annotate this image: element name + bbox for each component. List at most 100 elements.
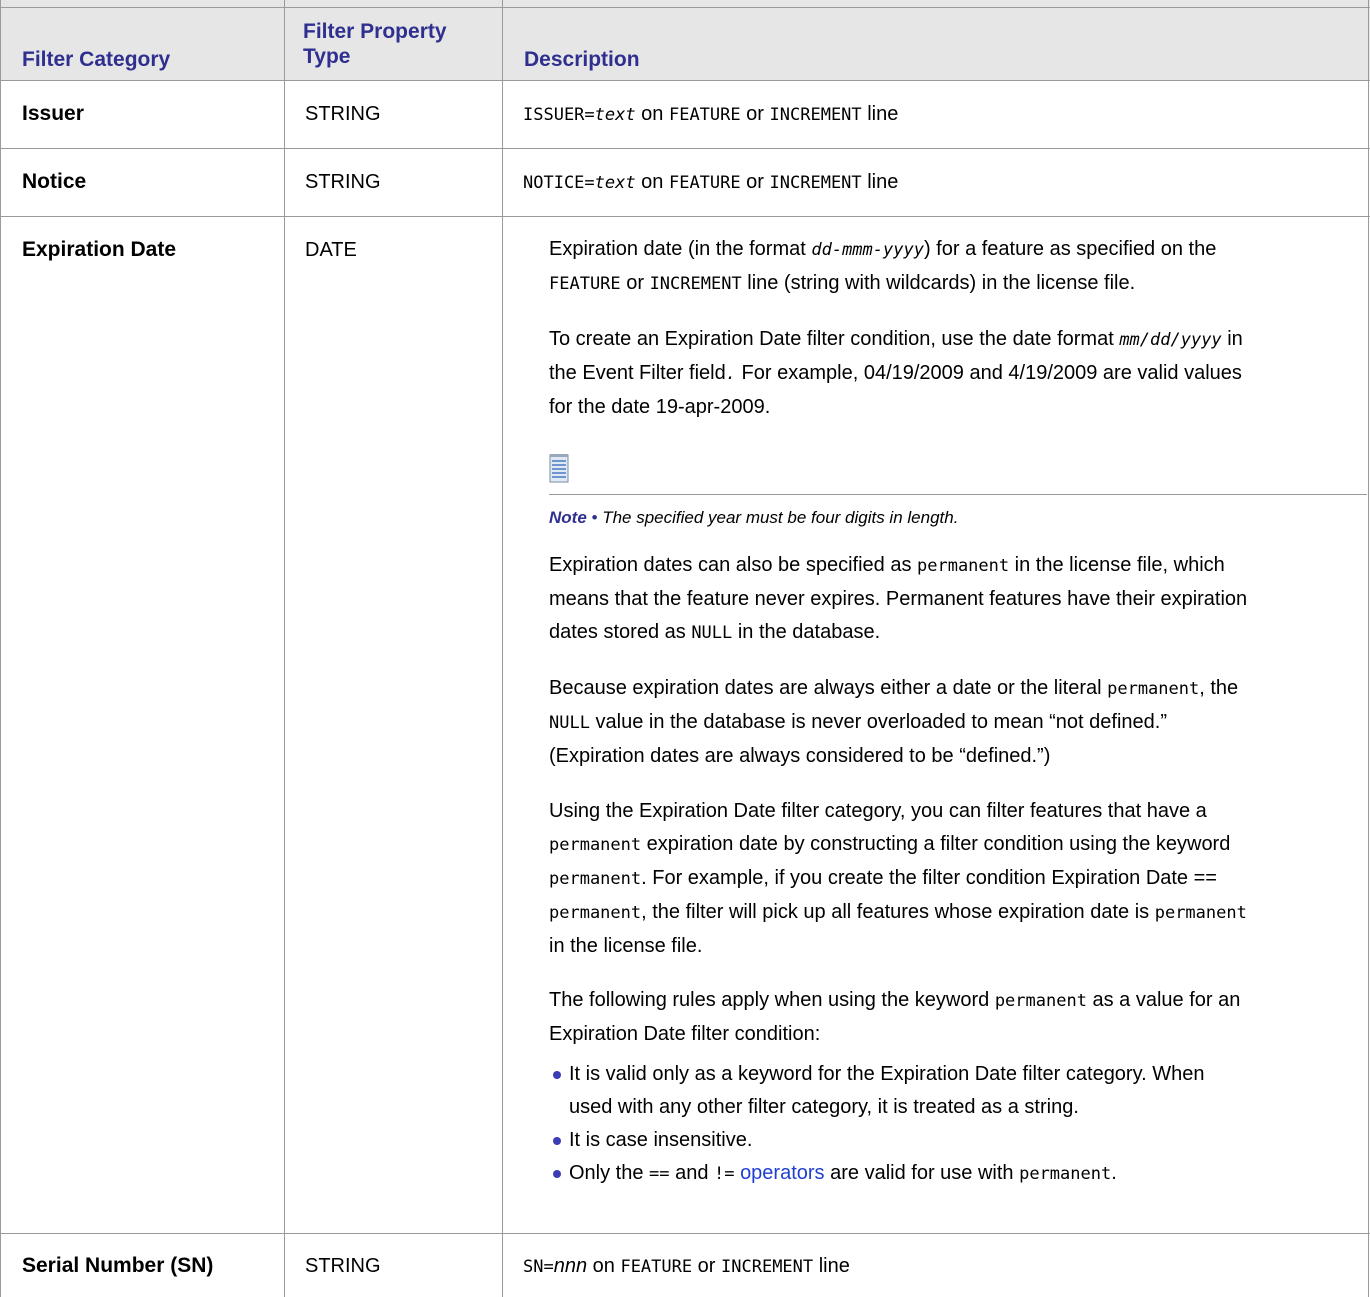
bullet-marker (553, 1170, 561, 1178)
text: The following rules apply when using the… (549, 989, 995, 1011)
bullet-item: Only the == and != operators are valid f… (569, 1157, 1359, 1191)
note: Note • The specified year must be four d… (549, 508, 958, 528)
code-text: ISSUER= (523, 105, 595, 125)
bullet-marker (553, 1137, 561, 1145)
code-text: NULL (549, 713, 590, 733)
text: Expiration Date filter condition: (549, 1023, 821, 1045)
expiration-paragraph-6: The following rules apply when using the… (549, 984, 1349, 1051)
code-text: == (649, 1164, 670, 1184)
table-border-left (0, 0, 1, 1297)
text: or (740, 103, 770, 125)
header-filter-category: Filter Category (22, 48, 171, 71)
text: or (692, 1255, 722, 1277)
text: , the filter will pick up all features w… (641, 901, 1155, 923)
row-divider (0, 216, 1370, 217)
header-type-line1: Filter Property (303, 20, 447, 43)
code-text: != (714, 1164, 735, 1184)
code-text: FEATURE (620, 1257, 693, 1277)
note-separator: • (586, 508, 603, 527)
code-text: permanent (549, 869, 642, 889)
row-serial-number-description: SN=nnn on FEATURE or INCREMENT line (523, 1255, 850, 1278)
row-issuer-description: ISSUER=text on FEATURE or INCREMENT line (523, 103, 898, 126)
text: as a value for an (1086, 989, 1241, 1011)
text: . (725, 364, 736, 384)
code-text: NULL (691, 623, 733, 643)
table-header (0, 0, 1370, 80)
text: Expiration dates can also be specified a… (549, 554, 917, 576)
text: dates stored as (549, 621, 692, 643)
code-text: permanent (1019, 1164, 1112, 1184)
row-expiration-category: Expiration Date (22, 238, 177, 261)
text: for the date 19-apr-2009. (549, 396, 771, 418)
text: on (635, 103, 669, 125)
row-divider (0, 1233, 1370, 1234)
text: on (587, 1255, 621, 1277)
text: in (1221, 328, 1243, 350)
row-divider (0, 7, 1370, 8)
text: Only the (569, 1162, 650, 1184)
text: . For example, if you create the filter … (641, 867, 1217, 889)
text: line (813, 1255, 850, 1277)
code-text: FEATURE (668, 105, 741, 125)
row-divider (0, 80, 1370, 81)
text: (Expiration dates are always considered … (549, 745, 1051, 767)
operators-link[interactable]: operators (740, 1162, 825, 1184)
text: Using the Expiration Date filter categor… (549, 800, 1207, 822)
expiration-paragraph-4: Because expiration dates are always eith… (549, 672, 1349, 773)
text: . (1111, 1162, 1117, 1184)
code-text: INCREMENT (769, 173, 862, 193)
code-text: INCREMENT (721, 1257, 814, 1277)
row-serial-number-type: STRING (305, 1255, 381, 1277)
text: To create an Expiration Date filter cond… (549, 328, 1120, 350)
text: means that the feature never expires. Pe… (549, 588, 1248, 610)
code-text: NOTICE= (523, 173, 595, 193)
text: It is valid only as a keyword for the Ex… (569, 1063, 1205, 1085)
bullet-marker (553, 1071, 561, 1079)
note-icon (549, 454, 569, 483)
text: Because expiration dates are always eith… (549, 677, 1108, 699)
text: line (861, 103, 899, 125)
text: Expiration date (in the format (549, 238, 812, 260)
code-text: permanent (549, 835, 642, 855)
code-text: FEATURE (549, 274, 621, 294)
code-text: INCREMENT (649, 274, 742, 294)
text: line (861, 171, 899, 193)
text: , the (1199, 677, 1239, 699)
row-notice-description: NOTICE=text on FEATURE or INCREMENT line (523, 171, 898, 194)
expiration-paragraph-3: Expiration dates can also be specified a… (549, 549, 1349, 650)
text: are valid for use with (824, 1162, 1020, 1184)
header-type-line2: Type (303, 45, 351, 68)
bullet-item: It is valid only as a keyword for the Ex… (569, 1058, 1359, 1124)
row-issuer-type: STRING (305, 103, 381, 125)
row-divider (0, 148, 1370, 149)
text: expiration date by constructing a filter… (641, 833, 1231, 855)
text: ) for a feature as specified on the (923, 238, 1217, 260)
code-text: INCREMENT (769, 105, 862, 125)
row-serial-number-category: Serial Number (SN) (22, 1254, 214, 1277)
text: value in the database is never overloade… (589, 711, 1168, 733)
text: line (string with wildcards) in the lice… (741, 272, 1136, 294)
text: or (620, 272, 650, 294)
text: the Event Filter field (549, 362, 726, 384)
code-text: text (594, 173, 636, 193)
header-filter-property-type: Filter Property Type (303, 19, 447, 69)
code-text: permanent (1154, 903, 1247, 923)
row-expiration-type: DATE (305, 239, 357, 261)
code-text: SN= (523, 1257, 554, 1277)
text: in the database. (732, 621, 881, 643)
text: in the license file, which (1009, 554, 1225, 576)
text: on (635, 171, 669, 193)
text: in the license file. (549, 935, 703, 957)
code-text: text (594, 105, 636, 125)
row-issuer-category: Issuer (22, 102, 84, 125)
row-notice-category: Notice (22, 170, 87, 193)
code-text: permanent (549, 903, 642, 923)
table-border-right (1368, 0, 1369, 1297)
note-text: The specified year must be four digits i… (602, 508, 959, 527)
text: or (740, 171, 770, 193)
text: used with any other filter category, it … (569, 1096, 1079, 1118)
format-text: mm/dd/yyyy (1119, 330, 1222, 350)
expiration-paragraph-2: To create an Expiration Date filter cond… (549, 323, 1349, 424)
row-notice-type: STRING (305, 171, 381, 193)
code-text: FEATURE (668, 173, 741, 193)
